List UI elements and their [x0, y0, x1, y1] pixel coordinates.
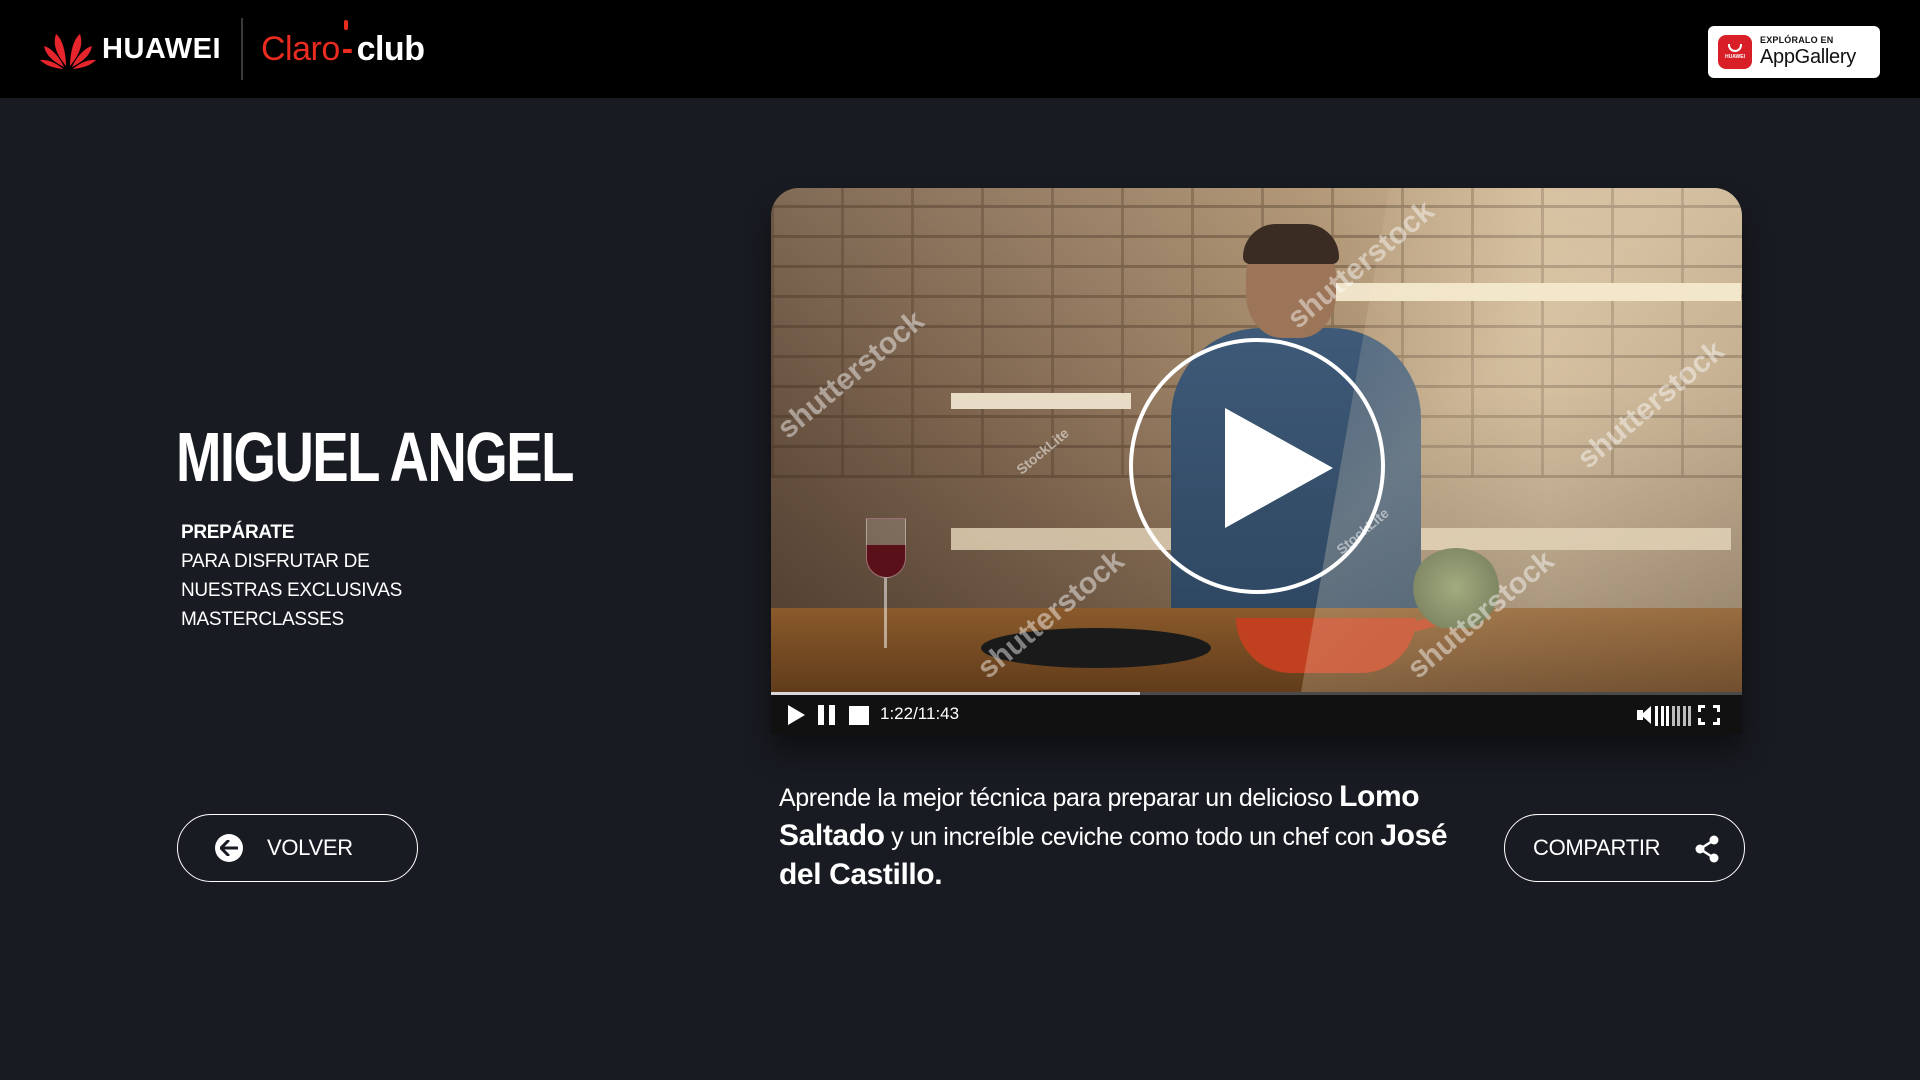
subtitle-bold-line: PREPÁRATE	[181, 522, 295, 543]
page-subtitle: PREPÁRATE PARA DISFRUTAR DE NUESTRAS EXC…	[181, 518, 402, 634]
video-controls: 1:22/11:43	[771, 692, 1742, 734]
subtitle-line: NUESTRAS EXCLUSIVAS	[181, 580, 402, 601]
claro-dash: -	[341, 29, 353, 68]
description-text: y un increíble ceviche como todo un chef…	[884, 823, 1381, 851]
play-icon	[1225, 408, 1333, 528]
back-button-label: VOLVER	[267, 835, 353, 860]
volume-bar	[1677, 706, 1680, 726]
volume-bar	[1655, 706, 1658, 726]
stop-icon[interactable]	[849, 706, 869, 725]
pause-icon[interactable]	[818, 705, 836, 725]
huawei-logo-icon	[40, 34, 96, 69]
video-description: Aprende la mejor técnica para preparar u…	[779, 778, 1469, 895]
volume-icon[interactable]	[1637, 706, 1695, 726]
back-button[interactable]: VOLVER	[177, 814, 418, 882]
play-icon[interactable]	[788, 705, 805, 725]
claro-tick-mark	[344, 19, 348, 30]
kitchen-shelf	[951, 393, 1131, 409]
huawei-brand-text: HUAWEI	[102, 32, 221, 65]
progress-bar[interactable]	[771, 692, 1742, 695]
subtitle-line: PARA DISFRUTAR DE	[181, 551, 370, 572]
claro-label: Claro	[261, 29, 340, 68]
volume-bar	[1682, 706, 1686, 726]
top-bar: HUAWEI Claro - club HUAWEI EXPLÓRALO EN A…	[0, 0, 1920, 98]
club-brand-text: club	[356, 29, 425, 68]
video-player[interactable]: shutterstock shutterstock shutterstock s…	[771, 188, 1742, 734]
share-button-label: COMPARTIR	[1533, 835, 1661, 860]
claro-brand-text: Claro -	[261, 19, 353, 69]
volume-bar	[1671, 706, 1675, 726]
appgallery-bag-icon: HUAWEI	[1718, 35, 1752, 69]
share-button[interactable]: COMPARTIR	[1504, 814, 1745, 882]
volume-bar	[1666, 706, 1669, 726]
volume-bar	[1688, 706, 1691, 726]
brand-logos: HUAWEI Claro - club	[40, 18, 425, 80]
brand-divider	[241, 18, 243, 80]
subtitle-line: MASTERCLASSES	[181, 609, 344, 630]
wine-glass-stem	[884, 578, 887, 648]
appgallery-badge[interactable]: HUAWEI EXPLÓRALO EN AppGallery	[1708, 26, 1880, 78]
page-title: MIGUEL ANGEL	[176, 418, 574, 496]
appgallery-small-text: EXPLÓRALO EN	[1760, 35, 1834, 45]
share-icon	[1695, 835, 1719, 863]
appgallery-big-text: AppGallery	[1760, 46, 1856, 68]
big-play-button[interactable]	[1129, 338, 1385, 594]
appgallery-texts: EXPLÓRALO EN AppGallery	[1760, 35, 1856, 69]
description-text: Aprende la mejor técnica para preparar u…	[779, 784, 1340, 812]
video-thumbnail: shutterstock shutterstock shutterstock s…	[771, 188, 1742, 692]
fullscreen-icon[interactable]	[1698, 705, 1720, 725]
progress-fill	[771, 692, 1140, 695]
volume-bar	[1660, 706, 1664, 726]
arrow-left-icon	[215, 834, 243, 862]
wine-glass	[866, 518, 906, 578]
time-display: 1:22/11:43	[880, 704, 960, 723]
appgallery-icon-text: HUAWEI	[1725, 54, 1745, 60]
